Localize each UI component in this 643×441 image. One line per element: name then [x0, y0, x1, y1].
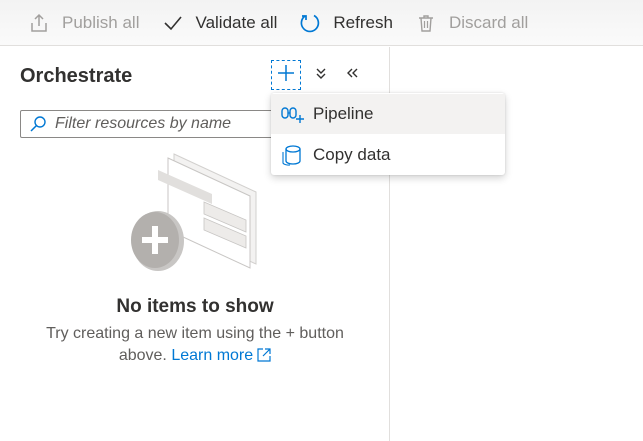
empty-state-line2: above. Learn more: [0, 345, 390, 369]
empty-state-line1: Try creating a new item using the + butt…: [46, 325, 344, 342]
menu-item-copy-data-label: Copy data: [313, 145, 391, 164]
menu-item-pipeline-label: Pipeline: [313, 104, 374, 123]
external-link-icon: [257, 347, 271, 369]
refresh-button[interactable]: Refresh: [299, 12, 393, 34]
collapse-pane-button[interactable]: [343, 66, 361, 84]
empty-state-line2-text: above.: [118, 347, 167, 364]
empty-state-description: Try creating a new item using the + butt…: [0, 323, 390, 369]
pane-title: Orchestrate: [20, 65, 133, 87]
discard-all-button[interactable]: Discard all: [415, 12, 528, 34]
menu-item-copy-data[interactable]: Copy data: [271, 135, 505, 175]
refresh-icon: [299, 12, 321, 34]
validate-all-button[interactable]: Validate all: [162, 12, 278, 34]
add-resource-button[interactable]: [271, 60, 301, 90]
search-icon: [29, 115, 51, 133]
filter-input[interactable]: [51, 115, 275, 133]
double-chevron-down-icon: [314, 66, 328, 85]
toolbar: Publish all Validate all Refresh Discard…: [0, 0, 643, 46]
plus-icon: [276, 63, 296, 88]
validate-all-label: Validate all: [195, 12, 278, 32]
filter-box: [20, 110, 282, 138]
publish-all-button[interactable]: Publish all: [28, 12, 140, 34]
publish-icon: [28, 12, 50, 34]
add-resource-menu: Pipeline Copy data: [271, 93, 505, 175]
learn-more-label: Learn more: [171, 347, 254, 364]
copy-data-icon: [281, 143, 305, 167]
checkmark-icon: [162, 12, 184, 34]
pipeline-icon: [281, 102, 305, 126]
learn-more-link[interactable]: Learn more: [171, 347, 271, 364]
empty-state-illustration: [128, 152, 260, 274]
publish-all-label: Publish all: [62, 12, 140, 32]
empty-state-title: No items to show: [116, 296, 274, 317]
refresh-label: Refresh: [333, 12, 393, 32]
collapse-all-button[interactable]: [312, 66, 330, 84]
menu-item-pipeline[interactable]: Pipeline: [271, 94, 505, 134]
double-chevron-left-icon: [345, 66, 359, 85]
trash-icon: [415, 12, 437, 34]
discard-all-label: Discard all: [448, 12, 529, 32]
